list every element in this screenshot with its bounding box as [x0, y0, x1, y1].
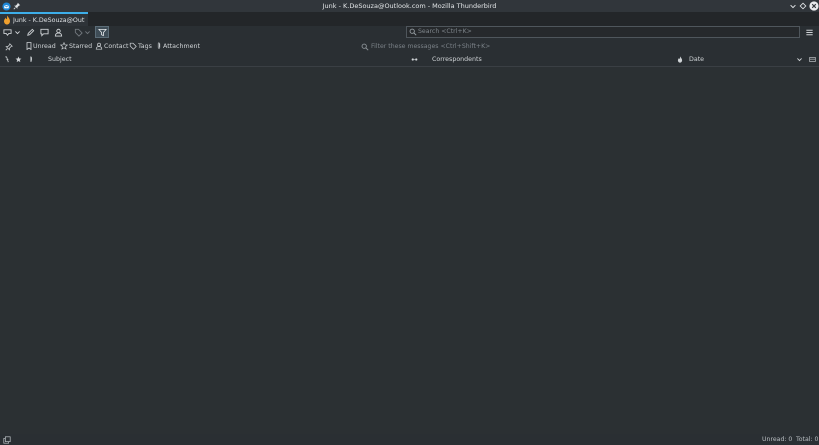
junk-status-column-icon[interactable] [677, 56, 683, 63]
tab-junk[interactable]: Junk - K.DeSouza@Outlook.com [0, 12, 88, 26]
filter-icon [98, 28, 107, 37]
filter-starred-button[interactable]: Starred [60, 41, 92, 53]
global-search-input[interactable]: Search <Ctrl+K> [406, 26, 800, 38]
get-messages-icon[interactable] [3, 28, 12, 37]
thread-column-icon[interactable] [4, 56, 10, 63]
message-list[interactable] [0, 67, 819, 434]
tags-icon [129, 42, 137, 50]
unread-count: Unread: 0 [762, 436, 793, 443]
filter-contact-label: Contact [104, 43, 129, 50]
quick-filter-toggle-button[interactable] [95, 26, 109, 38]
filter-contact-button[interactable]: Contact [95, 41, 129, 53]
total-count: Total: 0 [796, 436, 819, 443]
tag-icon[interactable] [74, 28, 83, 37]
paperclip-icon [157, 42, 161, 49]
activity-manager-icon[interactable] [3, 436, 11, 444]
date-column-header[interactable]: Date [689, 54, 704, 66]
window-titlebar: Junk - K.DeSouza@Outlook.com - Mozilla T… [0, 0, 819, 12]
starred-column-icon[interactable] [15, 56, 22, 63]
tab-strip [0, 12, 819, 27]
filter-tags-label: Tags [138, 43, 152, 50]
filter-messages-input[interactable]: Filter these messages <Ctrl+Shift+K> [371, 41, 490, 53]
column-picker-icon[interactable] [809, 56, 816, 63]
junk-flame-icon [3, 15, 11, 25]
thunderbird-app-icon[interactable] [2, 2, 11, 11]
maximize-icon[interactable] [799, 2, 807, 10]
subject-column-header[interactable]: Subject [48, 54, 72, 66]
filter-search-icon [361, 43, 369, 51]
star-icon [60, 42, 68, 50]
search-icon [409, 28, 417, 36]
filter-unread-label: Unread [33, 43, 56, 50]
status-bar [0, 435, 819, 445]
contact-icon [95, 42, 103, 50]
window-title: Junk - K.DeSouza@Outlook.com - Mozilla T… [322, 2, 497, 10]
pin-icon[interactable] [13, 2, 21, 10]
filter-attachment-button[interactable]: Attachment [156, 41, 200, 53]
app-menu-icon[interactable] [805, 28, 814, 37]
attachment-column-icon[interactable] [28, 56, 34, 63]
chat-icon[interactable] [40, 28, 49, 37]
search-placeholder: Search <Ctrl+K> [418, 28, 472, 35]
filter-tags-button[interactable]: Tags [129, 41, 152, 53]
close-icon[interactable] [809, 1, 819, 11]
get-messages-dropdown-icon[interactable] [14, 29, 21, 36]
minimize-icon[interactable] [789, 2, 797, 10]
bookmark-icon [26, 42, 32, 50]
filter-attachment-label: Attachment [163, 43, 200, 50]
correspondents-column-header[interactable]: Correspondents [432, 54, 482, 66]
tag-dropdown-icon[interactable] [84, 29, 91, 36]
filter-unread-button[interactable]: Unread [26, 41, 56, 53]
address-book-icon[interactable] [54, 28, 63, 37]
filter-starred-label: Starred [69, 43, 93, 50]
read-status-column-icon[interactable] [411, 57, 418, 62]
write-icon[interactable] [26, 28, 35, 37]
sticky-pin-icon[interactable] [5, 43, 13, 51]
sort-descending-icon[interactable] [796, 56, 803, 63]
tab-label: Junk - K.DeSouza@Outlook.com [13, 17, 85, 24]
